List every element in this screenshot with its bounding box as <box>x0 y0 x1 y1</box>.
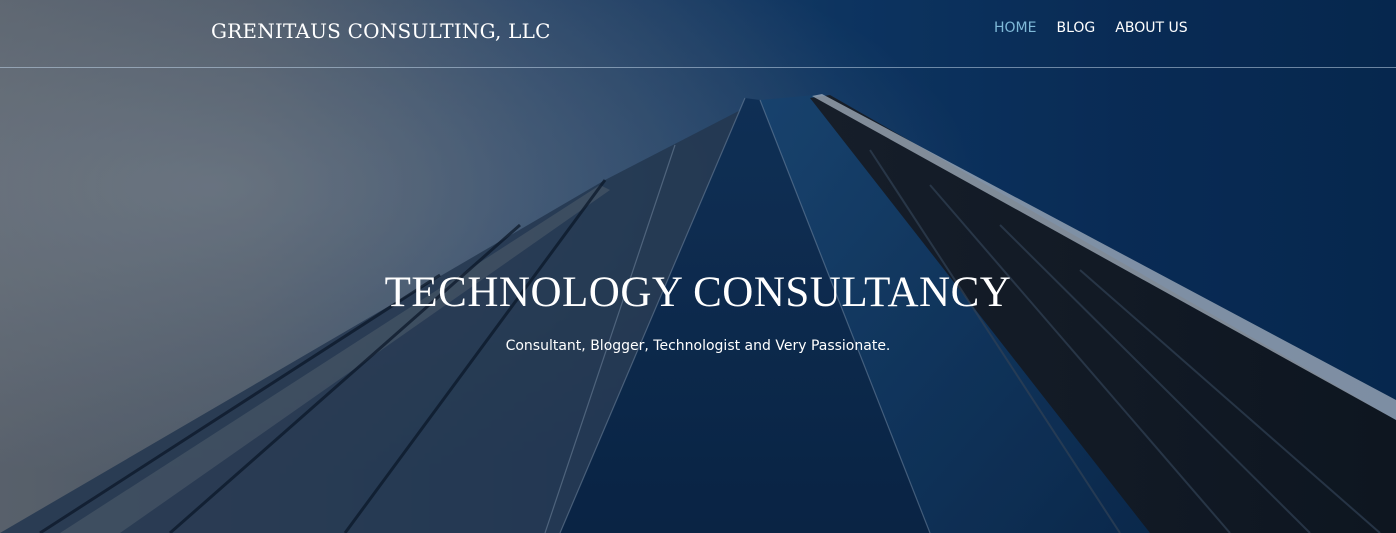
hero-title: TECHNOLOGY CONSULTANCY <box>384 269 1012 316</box>
hero-overlay <box>0 0 1396 533</box>
nav-about-link[interactable]: ABOUT US <box>1115 20 1187 36</box>
nav-menu: HOME BLOG ABOUT US <box>994 20 1188 36</box>
hero-subtitle: Consultant, Blogger, Technologist and Ve… <box>505 338 891 354</box>
site-brand[interactable]: GRENITAUS CONSULTING, LLC <box>211 19 551 43</box>
nav-home-link[interactable]: HOME <box>994 20 1036 36</box>
nav-blog-link[interactable]: BLOG <box>1056 20 1095 36</box>
hero-section: GRENITAUS CONSULTING, LLC HOME BLOG ABOU… <box>0 0 1396 533</box>
top-navbar: GRENITAUS CONSULTING, LLC HOME BLOG ABOU… <box>0 0 1396 68</box>
